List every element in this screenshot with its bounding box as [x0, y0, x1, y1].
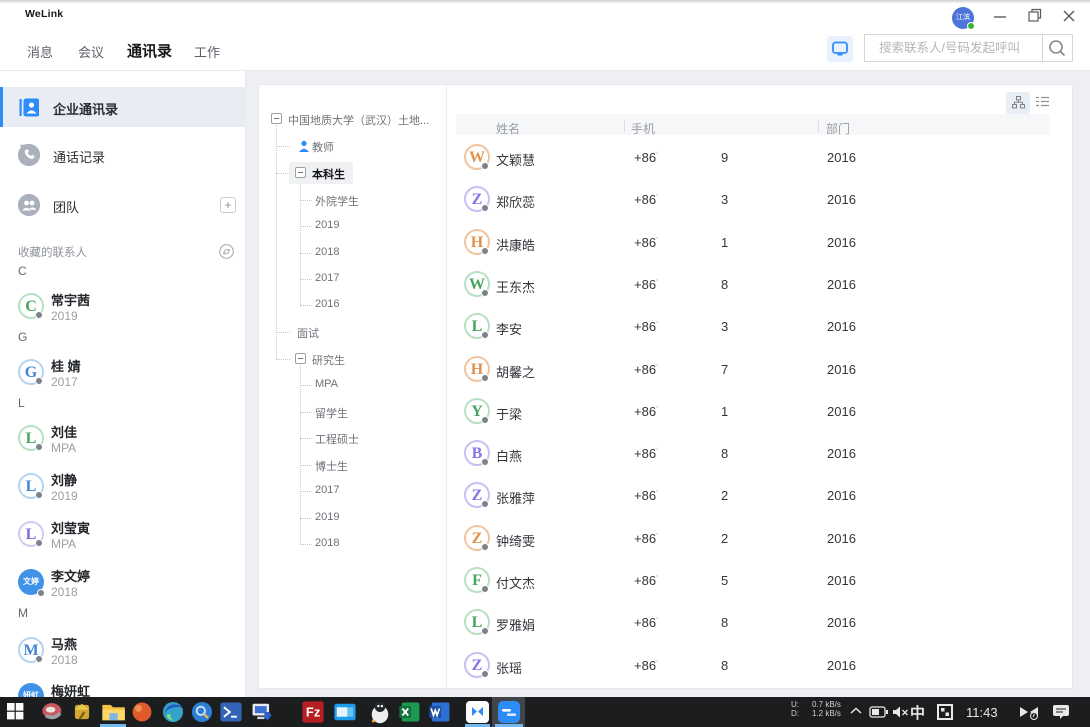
svg-text:Fz: Fz [306, 705, 321, 720]
